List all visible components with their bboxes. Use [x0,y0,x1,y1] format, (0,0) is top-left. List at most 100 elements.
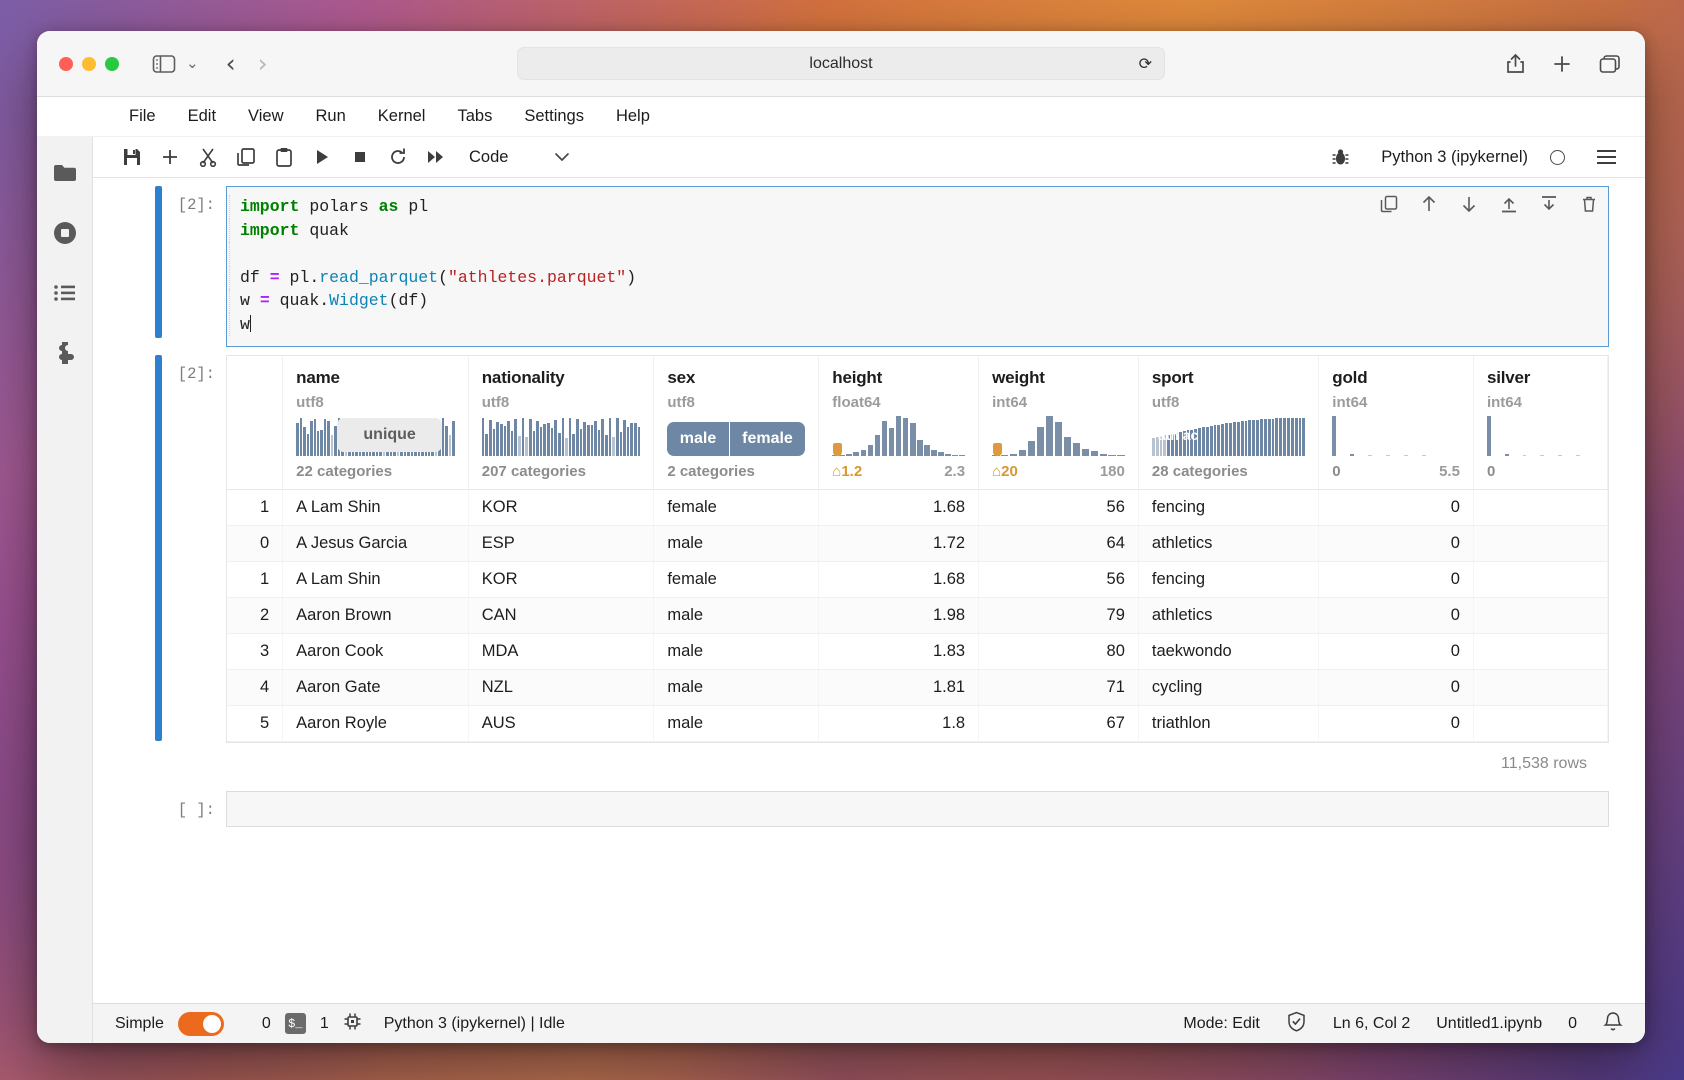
running-icon[interactable] [51,219,79,247]
new-tab-icon[interactable] [1552,54,1572,74]
column-header-gold[interactable]: gold int64 0 5.5 [1318,356,1474,490]
menu-tabs[interactable]: Tabs [441,103,508,130]
column-header-nationality[interactable]: nationality utf8 207 categories [468,356,655,490]
menu-view[interactable]: View [232,103,299,130]
segment-male[interactable]: male [667,422,730,456]
column-footer-min: 207 categories [481,463,586,480]
delete-cell-icon[interactable] [1580,195,1598,218]
share-icon[interactable] [1506,53,1525,74]
cell-gold: 0 [1318,633,1474,670]
column-viz-weight[interactable] [992,416,1125,456]
notebook-toolbar[interactable]: Code Python 3 (ipykernel) [93,137,1645,178]
code-editor[interactable]: import polars as pl import quak df = pl.… [226,186,1609,347]
cell-silver [1473,669,1608,706]
notebook-cell-input[interactable]: [2]: import polars as pl import quak df … [93,186,1645,347]
run-icon[interactable] [303,142,341,172]
duplicate-cell-icon[interactable] [1380,195,1398,218]
segment-female[interactable]: female [729,422,806,456]
cpu-icon[interactable] [343,1012,362,1036]
insert-cell-above-icon[interactable] [1500,195,1518,218]
code-line-3 [229,242,1608,266]
forward-button[interactable]: › [258,51,268,76]
menu-edit[interactable]: Edit [172,103,232,130]
back-button[interactable]: ‹ [226,51,236,76]
cell-type-value[interactable]: Code [469,148,508,167]
kernel-indicator-label[interactable]: Python 3 (ipykernel) [1381,148,1528,167]
cell-silver [1473,561,1608,598]
jupyter-left-sidebar[interactable] [37,137,93,1043]
add-cell-icon[interactable] [151,142,189,172]
cell-action-toolbar[interactable] [1380,195,1598,218]
close-window-button[interactable] [59,56,73,71]
table-body[interactable]: 1A Lam Shin KOR female 1.68 56 fencing 0 0 A Jes… [227,489,1608,742]
table-row[interactable]: 4 Aaron Gate NZL male 1.81 71 cycling 0 [227,669,1608,706]
table-row[interactable]: 2 Aaron Brown CAN male 1.98 79 athletics 0 [227,597,1608,634]
column-header-silver[interactable]: silver int64 0 [1473,356,1608,490]
bell-icon[interactable] [1603,1011,1623,1037]
notebook-cell-empty[interactable]: [ ]: [93,791,1645,827]
simple-mode-toggle[interactable] [177,1011,224,1036]
folder-icon[interactable] [51,159,79,187]
column-footer-max: 5.5 [1439,463,1460,480]
filename-label[interactable]: Untitled1.ipynb [1436,1015,1542,1033]
menu-kernel[interactable]: Kernel [362,103,442,130]
shield-icon[interactable] [1286,1011,1307,1037]
column-header-name[interactable]: name utf8 unique 22 categories [282,356,469,490]
notebook-cell-output[interactable]: [2]: name utf8 unique 22 categories nati… [93,355,1645,777]
hamburger-icon[interactable] [1587,142,1625,172]
column-viz-sport[interactable]: ath ac [1151,416,1306,456]
move-cell-down-icon[interactable] [1460,195,1478,218]
menu-run[interactable]: Run [300,103,362,130]
chevron-down-icon[interactable] [554,150,570,165]
column-viz-gold[interactable] [1332,416,1460,456]
paste-icon[interactable] [265,142,303,172]
column-viz-nationality[interactable] [481,416,641,456]
table-row[interactable]: 5 Aaron Royle AUS male 1.8 67 triathlon 0 [227,705,1608,742]
save-icon[interactable] [113,142,151,172]
move-cell-up-icon[interactable] [1420,195,1438,218]
sidebar-toggle-icon[interactable] [152,54,176,74]
cut-icon[interactable] [189,142,227,172]
table-row[interactable]: 0A Jesus Garcia ESP male 1.72 64 athletics 0 [227,525,1608,562]
cell-sex: male [653,705,820,742]
address-bar[interactable]: localhost ⟳ [517,47,1165,80]
commands-icon[interactable] [51,279,79,307]
menu-settings[interactable]: Settings [508,103,600,130]
copy-icon[interactable] [227,142,265,172]
notebook-scroll-area[interactable]: [2]: import polars as pl import quak df … [93,178,1645,1003]
menu-file[interactable]: File [113,103,172,130]
cursor-position-label[interactable]: Ln 6, Col 2 [1333,1015,1410,1033]
column-header-height[interactable]: height float64 ⌂1.2 2.3 [818,356,980,490]
reload-icon[interactable]: ⟳ [1139,54,1152,74]
restart-kernel-icon[interactable] [379,142,417,172]
restart-run-all-icon[interactable] [417,142,455,172]
column-viz-name[interactable]: unique [296,416,455,456]
column-header-sex[interactable]: sex utf8 male female 2 categories [653,356,820,490]
unique-pill[interactable]: unique [337,418,442,452]
stop-icon[interactable] [341,142,379,172]
insert-cell-below-icon[interactable] [1540,195,1558,218]
column-header-weight[interactable]: weight int64 ⌂20 180 [978,356,1139,490]
column-viz-sex[interactable]: male female [667,416,806,456]
terminal-icon[interactable]: $_ [284,1013,306,1034]
code-line-4: df = pl.read_parquet("athletes.parquet") [229,265,1608,289]
jupyter-statusbar[interactable]: Simple 0 $_ 1 Python 3 (ipykernel) | Idl… [93,1003,1645,1043]
tabs-overview-icon[interactable] [1599,54,1621,74]
table-row[interactable]: 1A Lam Shin KOR female 1.68 56 fencing 0 [227,561,1608,598]
kernel-status-icon[interactable] [1550,149,1565,165]
window-controls[interactable] [59,56,119,71]
column-viz-height[interactable] [832,416,965,456]
bug-icon[interactable] [1321,142,1359,172]
column-viz-silver[interactable] [1486,416,1594,456]
jupyter-menubar[interactable]: File Edit View Run Kernel Tabs Settings … [37,97,1645,137]
sidebar-chevron-down-icon[interactable]: ⌄ [186,56,199,71]
minimize-window-button[interactable] [82,56,96,71]
extensions-icon[interactable] [51,339,79,367]
maximize-window-button[interactable] [105,56,119,71]
table-row[interactable]: 3 Aaron Cook MDA male 1.83 80 taekwondo 0 [227,633,1608,670]
column-header-sport[interactable]: sport utf8 ath ac 28 categories [1138,356,1320,490]
menu-help[interactable]: Help [600,103,666,130]
quak-data-table[interactable]: name utf8 unique 22 categories nationali… [226,355,1609,743]
empty-code-editor[interactable] [226,791,1609,827]
table-row[interactable]: 1A Lam Shin KOR female 1.68 56 fencing 0 [227,489,1608,526]
